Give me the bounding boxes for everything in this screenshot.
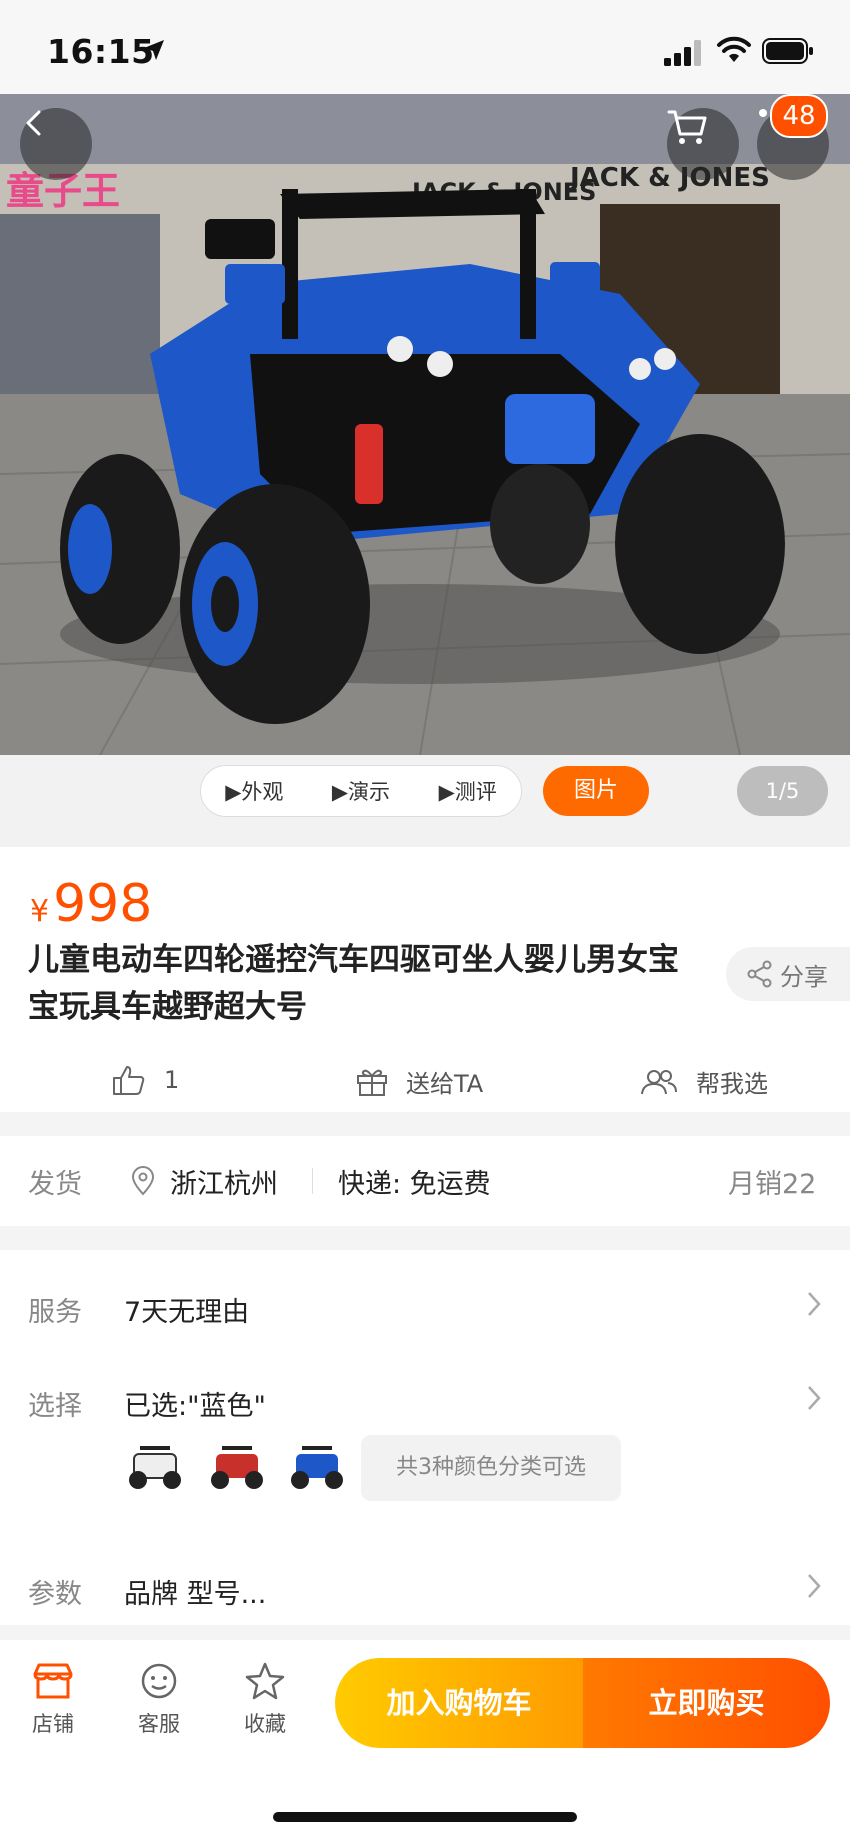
video-tabs: ▶外观 ▶演示 ▶测评 xyxy=(200,765,522,817)
color-count-tag[interactable]: 共3种颜色分类可选 xyxy=(361,1435,621,1501)
customer-service-tab[interactable]: 客服 xyxy=(119,1662,199,1738)
chat-face-icon xyxy=(141,1663,177,1699)
home-indicator[interactable] xyxy=(273,1812,577,1822)
tab-pictures[interactable]: 图片 xyxy=(543,766,649,816)
help-choose-label: 帮我选 xyxy=(696,1070,768,1098)
product-actions: 1 送给TA 帮我选 xyxy=(0,1052,850,1112)
service-label: 服务 xyxy=(28,1297,82,1328)
price: ¥998 xyxy=(30,874,152,934)
gift-button[interactable]: 送给TA xyxy=(356,1064,483,1099)
tab-appearance[interactable]: ▶外观 xyxy=(225,776,283,806)
gift-icon xyxy=(357,1069,387,1096)
product-image[interactable]: 童子王 JACK & JONES JACK & JONES xyxy=(0,94,850,755)
add-to-cart-button[interactable]: 加入购物车 xyxy=(335,1658,583,1748)
divider xyxy=(312,1168,313,1194)
car-thumbnail-icon xyxy=(291,1446,343,1489)
select-label: 选择 xyxy=(28,1391,82,1422)
battery-icon xyxy=(762,38,813,64)
params-value: 品牌 型号... xyxy=(124,1579,267,1610)
star-icon xyxy=(245,1662,285,1700)
location-pin-icon xyxy=(131,1166,155,1196)
status-time: 16:15 xyxy=(47,32,155,71)
share-icon xyxy=(747,960,772,988)
store-icon xyxy=(33,1663,73,1699)
like-button[interactable]: 1 xyxy=(112,1064,179,1096)
cart-count-badge: 48 xyxy=(770,94,828,138)
signal-icon xyxy=(664,40,701,66)
color-thumb-red[interactable] xyxy=(204,1434,270,1500)
shipping-label: 发货 xyxy=(28,1169,82,1200)
image-page-indicator: 1/5 xyxy=(737,766,828,816)
color-thumb-blue[interactable] xyxy=(284,1434,350,1500)
gift-label: 送给TA xyxy=(406,1070,484,1098)
car-thumbnail-icon xyxy=(211,1446,263,1489)
delivery-fee: 快递: 免运费 xyxy=(338,1169,491,1200)
shipping-row: 发货 浙江杭州 快递: 免运费 月销22 xyxy=(0,1136,850,1226)
params-label: 参数 xyxy=(28,1579,82,1610)
store-label: 店铺 xyxy=(32,1712,74,1736)
customer-service-label: 客服 xyxy=(138,1712,180,1736)
price-value: 998 xyxy=(53,874,153,934)
like-count: 1 xyxy=(164,1066,180,1094)
store-tab[interactable]: 店铺 xyxy=(13,1662,93,1738)
chevron-right-icon xyxy=(808,1386,821,1410)
tab-review[interactable]: ▶测评 xyxy=(439,776,497,806)
cart-icon xyxy=(667,110,707,144)
currency-symbol: ¥ xyxy=(30,894,50,929)
chevron-right-icon xyxy=(808,1292,821,1316)
help-choose-button[interactable]: 帮我选 xyxy=(640,1064,768,1099)
ship-from-location: 浙江杭州 xyxy=(170,1169,278,1200)
buy-now-button[interactable]: 立即购买 xyxy=(583,1658,830,1748)
location-arrow-icon xyxy=(144,40,164,60)
monthly-sales: 月销22 xyxy=(728,1169,817,1200)
tab-demo[interactable]: ▶演示 xyxy=(332,776,390,806)
bottom-action-bar: 店铺 客服 收藏 加入购物车 立即购买 xyxy=(0,1640,850,1841)
wifi-icon xyxy=(717,36,751,62)
product-title: 儿童电动车四轮遥控汽车四驱可坐人婴儿男女宝宝玩具车越野超大号 xyxy=(28,942,679,1025)
chevron-left-icon xyxy=(26,110,41,136)
color-thumb-white[interactable] xyxy=(122,1434,188,1500)
back-button[interactable] xyxy=(20,108,92,180)
product-photo: 童子王 JACK & JONES JACK & JONES xyxy=(0,94,850,755)
params-row[interactable]: 参数 品牌 型号... xyxy=(0,1558,850,1618)
cart-button[interactable] xyxy=(667,108,739,180)
status-bar: 16:15 xyxy=(0,0,850,94)
product-info-card: ¥998 儿童电动车四轮遥控汽车四驱可坐人婴儿男女宝宝玩具车越野超大号 分享 1 xyxy=(0,847,850,1112)
share-label: 分享 xyxy=(780,962,828,991)
users-icon xyxy=(641,1069,677,1094)
thumbs-up-icon xyxy=(113,1066,145,1095)
favorite-label: 收藏 xyxy=(244,1712,286,1736)
share-button[interactable]: 分享 xyxy=(726,947,850,1001)
storefront-text: JACK & JONES xyxy=(568,163,770,193)
chevron-right-icon xyxy=(808,1574,821,1598)
select-row[interactable]: 选择 已选:"蓝色" xyxy=(0,1370,850,1430)
select-value: 已选:"蓝色" xyxy=(124,1391,266,1422)
service-value: 7天无理由 xyxy=(124,1297,250,1328)
service-row[interactable]: 服务 7天无理由 xyxy=(0,1276,850,1336)
favorite-tab[interactable]: 收藏 xyxy=(225,1662,305,1738)
car-thumbnail-icon xyxy=(129,1446,181,1489)
media-bar: ▶外观 ▶演示 ▶测评 图片 1/5 xyxy=(0,755,850,847)
